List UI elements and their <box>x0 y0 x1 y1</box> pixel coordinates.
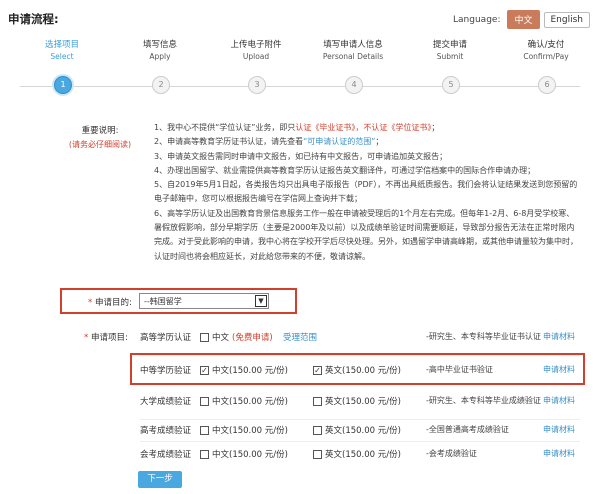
item-name: 会考成绩验证 <box>140 450 192 460</box>
item-description: -会考成绩验证 <box>426 449 477 458</box>
step-label-en: Select <box>50 52 74 61</box>
purpose-select-value: --韩国留学 <box>144 297 182 306</box>
step-upload: 上传电子附件 Upload 3 <box>206 38 306 94</box>
application-materials-link[interactable]: 申请材料 <box>543 448 575 459</box>
language-option-zh[interactable]: 中文 <box>507 10 540 29</box>
note-4: 4、办理出国留学、就业需提供高等教育学历认证报告英文翻译件，可通过学信档案中的国… <box>154 165 536 175</box>
item-description: -高中毕业证书验证 <box>426 365 493 374</box>
step-label-en: Submit <box>436 52 464 61</box>
chevron-down-icon[interactable]: ▼ <box>255 295 267 307</box>
progress-steps: 选择项目 Select 1 填写信息 Apply 2 上传电子附件 Upload… <box>0 38 600 98</box>
page-title: 申请流程: <box>8 12 59 26</box>
step-number: 4 <box>345 76 363 94</box>
step-submit: 提交申请 Submit 5 <box>400 38 500 94</box>
checkbox[interactable] <box>313 425 322 435</box>
important-notes: 1、我中心不提供“学位认证”业务，即只认证《毕业证书》，不认证《学位证书》； 2… <box>154 121 582 264</box>
next-step-button[interactable]: 下一步 <box>138 471 182 488</box>
note-5: 5、自2019年5月1日起，各类报告均只出具电子版报告（PDF），不再出具纸质报… <box>154 180 578 204</box>
application-materials-link[interactable]: 申请材料 <box>543 331 575 342</box>
purpose-select[interactable]: --韩国留学 ▼ <box>139 293 269 309</box>
item-name: 高考成绩验证 <box>140 426 192 436</box>
note-6: 6、高等学历认证及出国教育背景信息服务工作一般在申请被受理后的1个月左右完成。但… <box>154 208 578 261</box>
item-option-zh[interactable]: 中文(150.00 元/份) <box>200 448 288 460</box>
application-materials-link[interactable]: 申请材料 <box>543 364 575 375</box>
steps-rail <box>20 86 580 87</box>
checkbox[interactable] <box>200 425 209 435</box>
step-number: 3 <box>248 76 266 94</box>
checkbox-checked[interactable]: ✓ <box>200 365 209 375</box>
item-row-secondary-education: 中等学历验证 ✓ 中文(150.00 元/份) ✓ 英文(150.00 元/份)… <box>140 364 590 386</box>
item-option-en[interactable]: 英文(150.00 元/份) <box>313 424 401 436</box>
item-option-en[interactable]: ✓ 英文(150.00 元/份) <box>313 364 401 376</box>
note-3: 3、申请英文报告需同时申请中文报告，如已持有中文报告，可申请追加英文报告； <box>154 151 448 161</box>
row-divider <box>140 441 580 442</box>
step-label-zh: 确认/支付 <box>527 40 565 50</box>
item-option-en[interactable]: 英文(150.00 元/份) <box>313 448 401 460</box>
language-label: Language: <box>453 14 501 25</box>
required-mark: * <box>84 333 89 343</box>
application-materials-link[interactable]: 申请材料 <box>543 395 575 406</box>
step-select: 选择项目 Select 1 <box>12 38 112 94</box>
step-number: 2 <box>152 76 170 94</box>
item-option-zh[interactable]: 中文(150.00 元/份) <box>200 395 288 407</box>
step-apply: 填写信息 Apply 2 <box>110 38 210 94</box>
item-option-en[interactable]: 英文(150.00 元/份) <box>313 395 401 407</box>
note-1-highlight: 认证《毕业证书》，不认证《学位证书》 <box>295 123 432 132</box>
step-number: 5 <box>442 76 460 94</box>
item-name: 大学成绩验证 <box>140 397 192 407</box>
checkbox[interactable] <box>313 449 322 459</box>
item-option-zh[interactable]: 中文(150.00 元/份) <box>200 424 288 436</box>
checkbox[interactable] <box>200 449 209 459</box>
item-description: -研究生、本专科等毕业成绩验证 <box>426 396 541 405</box>
note-1: 1、我中心不提供“学位认证”业务，即只认证《毕业证书》，不认证《学位证书》； <box>154 123 440 132</box>
scope-link[interactable]: “可申请认证的范围” <box>303 137 375 146</box>
purpose-label: * 申请目的: <box>88 298 132 308</box>
language-switcher: Language: 中文 English <box>453 10 590 29</box>
step-label-zh: 选择项目 <box>44 40 79 50</box>
step-label-en: Upload <box>242 52 270 61</box>
item-description: -全国普通高考成绩验证 <box>426 425 509 434</box>
checkbox[interactable] <box>200 396 209 406</box>
item-option-zh[interactable]: 中文 (免费申请) <box>200 331 273 343</box>
step-label-zh: 填写信息 <box>142 40 177 50</box>
required-mark: * <box>88 298 93 308</box>
step-label-en: Personal Details <box>322 52 384 61</box>
notes-title: 重要说明: <box>81 126 119 136</box>
item-option-zh[interactable]: ✓ 中文(150.00 元/份) <box>200 364 288 376</box>
acceptance-scope-link[interactable]: 受理范围 <box>283 331 317 343</box>
item-row-gaokao-grades: 高考成绩验证 中文(150.00 元/份) 英文(150.00 元/份) -全国… <box>140 424 590 446</box>
item-description: -研究生、本专科等毕业证书认证 <box>426 332 541 341</box>
step-label-zh: 填写申请人信息 <box>323 40 383 50</box>
item-row-higher-education: 高等学历认证 中文 (免费申请) 受理范围 -研究生、本专科等毕业证书认证 申请材… <box>140 331 590 353</box>
language-option-en[interactable]: English <box>543 11 590 28</box>
step-label-zh: 上传电子附件 <box>230 40 282 50</box>
item-row-university-grades: 大学成绩验证 中文(150.00 元/份) 英文(150.00 元/份) -研究… <box>140 395 590 417</box>
step-label-zh: 提交申请 <box>432 40 467 50</box>
free-note: (免费申请) <box>232 333 273 343</box>
step-label-en: Confirm/Pay <box>523 52 569 61</box>
notes-subtitle: (请务必仔细阅读) <box>68 140 132 149</box>
step-number: 1 <box>54 76 72 94</box>
item-row-huikao-grades: 会考成绩验证 中文(150.00 元/份) 英文(150.00 元/份) -会考… <box>140 448 590 470</box>
step-confirm-pay: 确认/支付 Confirm/Pay 6 <box>496 38 596 94</box>
checkbox[interactable] <box>313 396 322 406</box>
note-2: 2、申请高等教育学历证书认证，请先查看“可申请认证的范围”； <box>154 137 384 147</box>
checkbox-checked[interactable]: ✓ <box>313 365 322 375</box>
items-label: * 申请项目: <box>84 333 128 343</box>
step-personal-details: 填写申请人信息 Personal Details 4 <box>303 38 403 94</box>
row-divider <box>140 419 580 420</box>
checkbox[interactable] <box>200 332 209 342</box>
step-number: 6 <box>538 76 556 94</box>
application-materials-link[interactable]: 申请材料 <box>543 424 575 435</box>
step-label-en: Apply <box>149 52 171 61</box>
notes-label: 重要说明: (请务必仔细阅读) <box>60 124 140 150</box>
item-name: 高等学历认证 <box>140 333 192 343</box>
item-name: 中等学历验证 <box>140 366 192 376</box>
